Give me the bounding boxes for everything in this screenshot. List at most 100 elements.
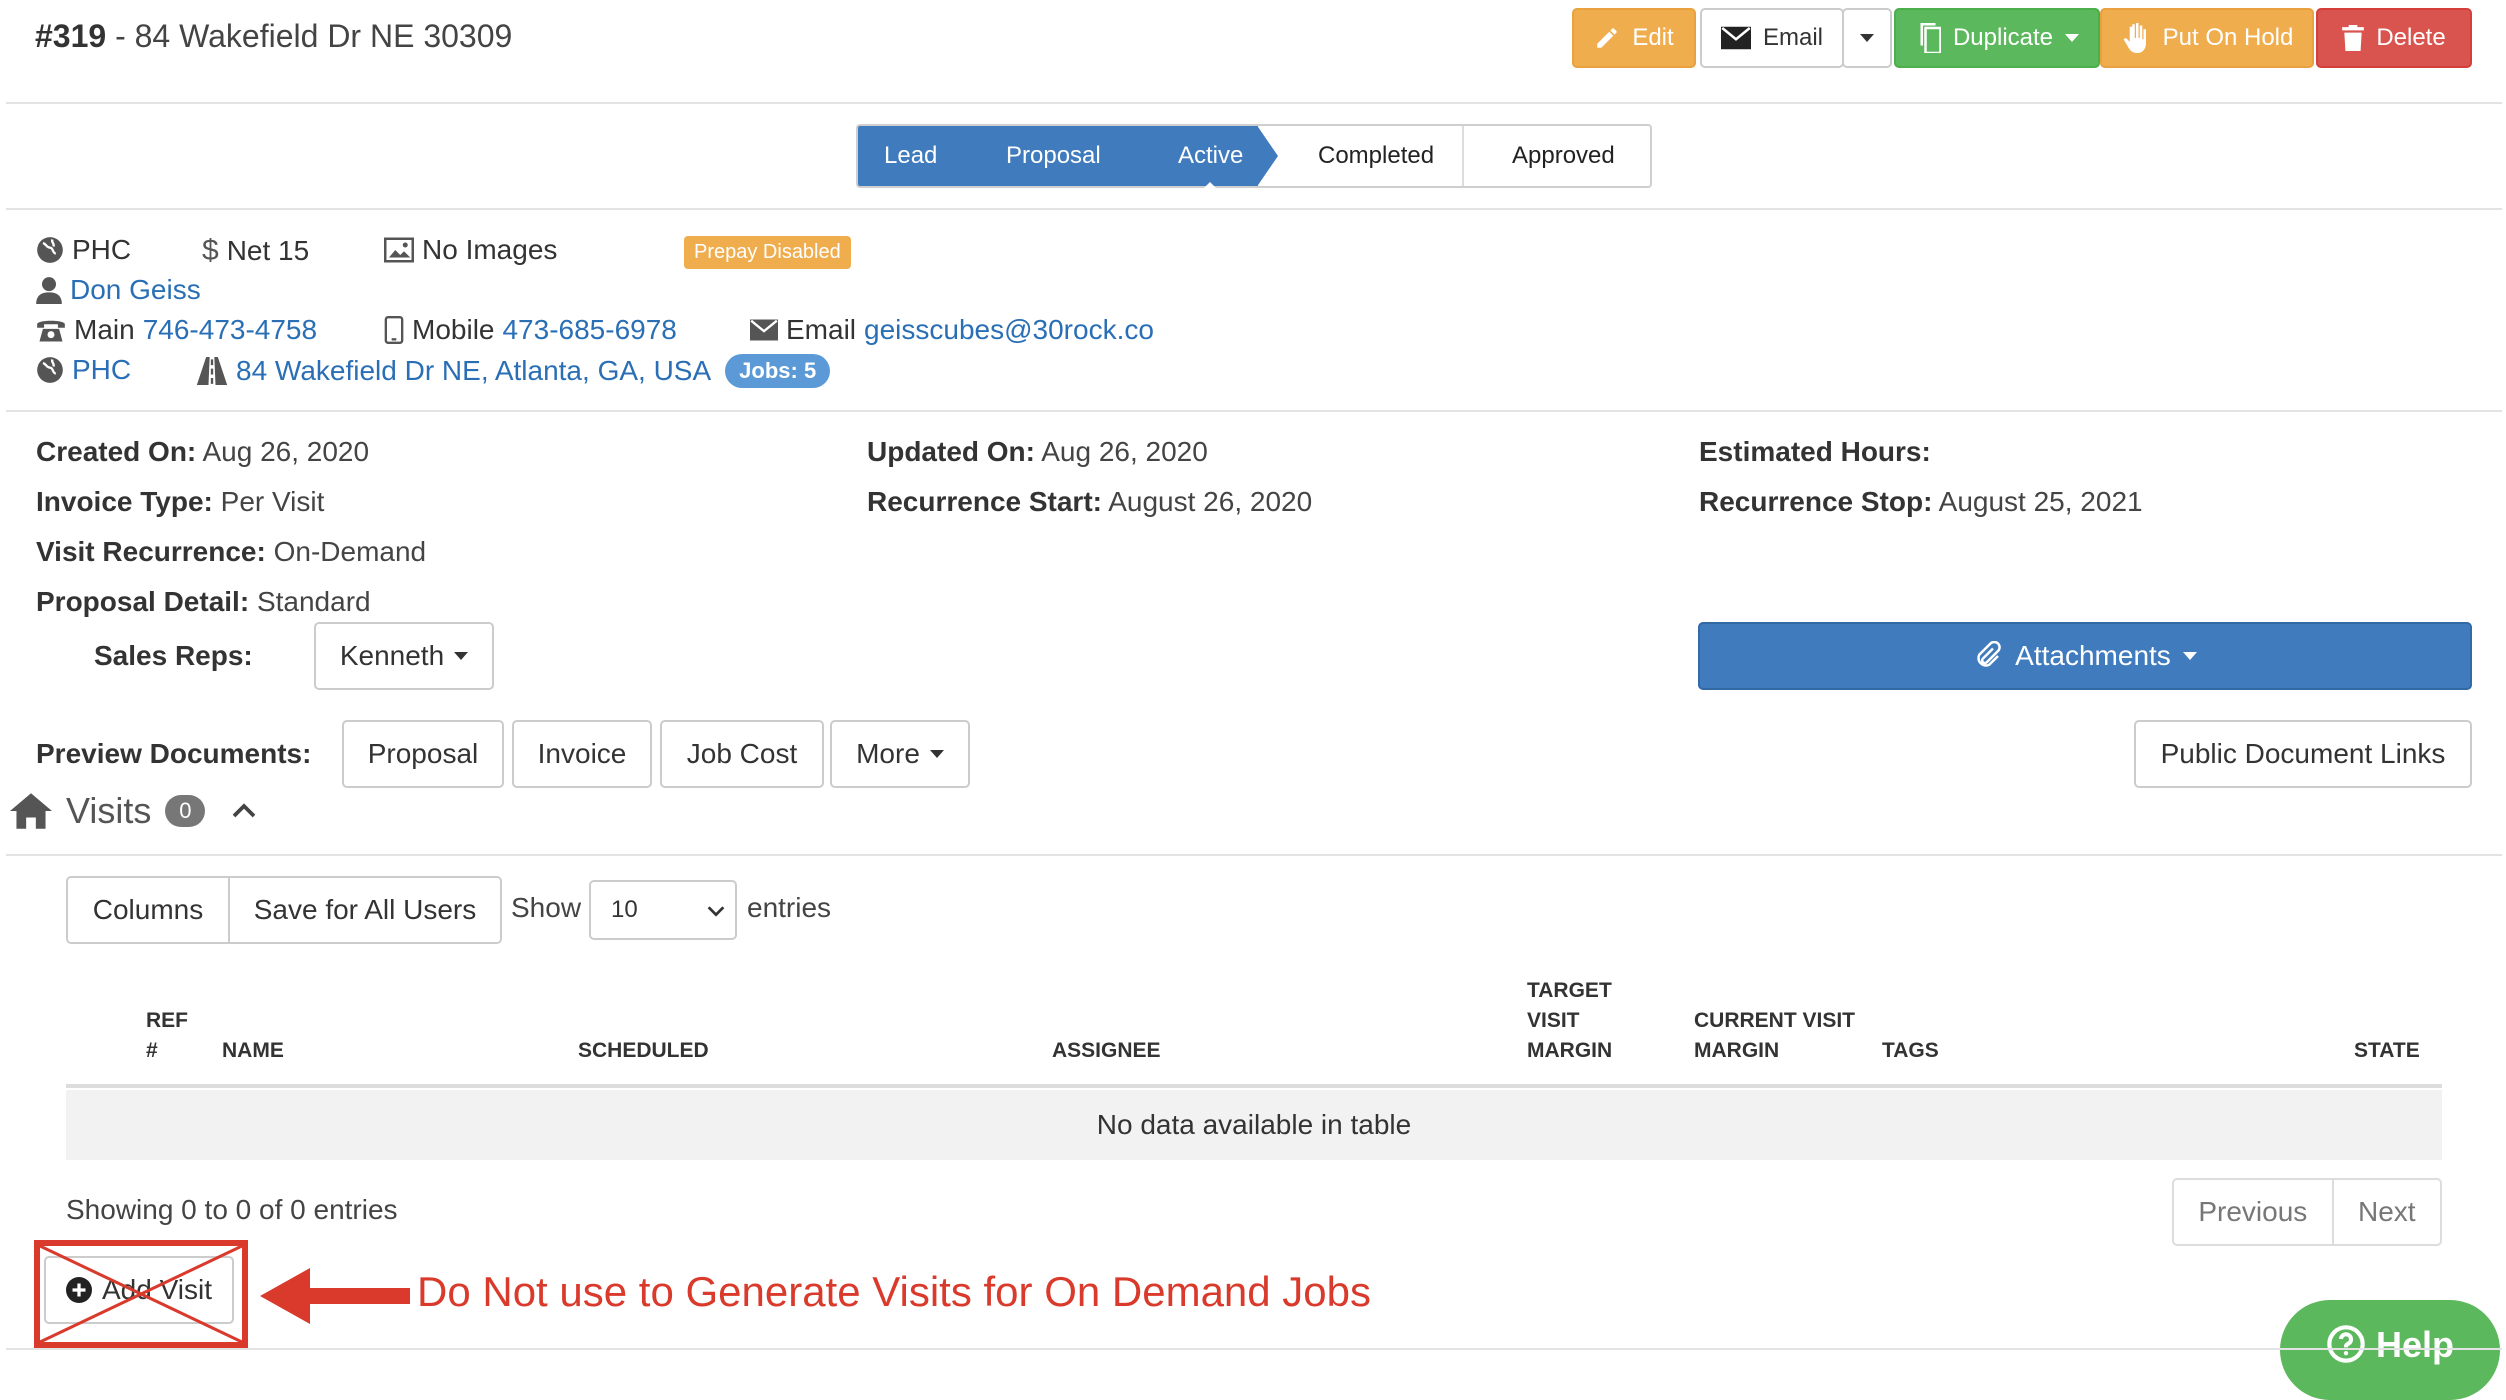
recur-start-label: Recurrence Start:: [867, 486, 1102, 517]
public-document-links-button[interactable]: Public Document Links: [2134, 720, 2472, 788]
email-button[interactable]: Email: [1700, 8, 1844, 68]
caret-down-icon: [454, 652, 469, 660]
images-row: No Images: [384, 234, 557, 266]
visits-count-badge: 0: [165, 795, 206, 827]
chevron-down-icon: [707, 906, 725, 917]
step-active[interactable]: Active: [1178, 126, 1243, 186]
property-link[interactable]: PHC: [72, 354, 131, 386]
th-state[interactable]: STATE: [2354, 1036, 2420, 1066]
user-icon: [36, 277, 62, 304]
divider: [6, 1348, 2502, 1350]
main-phone-link[interactable]: 746-473-4758: [143, 314, 317, 346]
preview-documents-label: Preview Documents:: [36, 738, 311, 770]
next-page-button[interactable]: Next: [2334, 1180, 2440, 1244]
address-row: 84 Wakefield Dr NE, Atlanta, GA, USA Job…: [196, 354, 831, 388]
put-on-hold-button[interactable]: Put On Hold: [2100, 8, 2314, 68]
delete-button[interactable]: Delete: [2316, 8, 2472, 68]
duplicate-button[interactable]: Duplicate: [1894, 8, 2100, 68]
step-approved[interactable]: Approved: [1512, 126, 1615, 186]
th-name[interactable]: NAME: [222, 1036, 284, 1066]
th-current-visit-margin[interactable]: CURRENT VISIT MARGIN: [1694, 1006, 1864, 1066]
recur-start-value: August 26, 2020: [1108, 486, 1313, 517]
jobs-count-badge[interactable]: Jobs: 5: [725, 354, 831, 388]
copy-icon: [1920, 23, 1941, 53]
previous-page-button[interactable]: Previous: [2174, 1180, 2334, 1244]
address-link[interactable]: 84 Wakefield Dr NE, Atlanta, GA, USA: [236, 355, 711, 387]
th-target-visit-margin[interactable]: TARGET VISIT MARGIN: [1527, 976, 1627, 1066]
sales-reps-label-text: Sales Reps:: [94, 640, 253, 671]
preview-invoice-button[interactable]: Invoice: [512, 720, 652, 788]
images-status[interactable]: No Images: [422, 234, 557, 266]
visit-recurrence: Visit Recurrence: On-Demand: [36, 536, 426, 568]
step-lead[interactable]: Lead: [884, 126, 937, 186]
sales-reps-label: Sales Reps:: [94, 640, 253, 672]
question-circle-icon: [2327, 1325, 2365, 1363]
proposal-detail: Proposal Detail: Standard: [36, 586, 371, 618]
th-assignee[interactable]: ASSIGNEE: [1052, 1036, 1161, 1066]
edit-button[interactable]: Edit: [1572, 8, 1696, 68]
save-for-all-users-button[interactable]: Save for All Users: [228, 876, 502, 944]
step-proposal[interactable]: Proposal: [1006, 126, 1101, 186]
preview-label-text: Preview Documents:: [36, 738, 312, 769]
visit-recur-label: Visit Recurrence:: [36, 536, 266, 567]
preview-proposal-button[interactable]: Proposal: [342, 720, 504, 788]
pagination: Previous Next: [2172, 1178, 2442, 1246]
more-label: More: [856, 738, 920, 769]
email-row: Email geisscubes@30rock.co: [750, 314, 1154, 346]
mobile-phone-row: Mobile 473-685-6978: [384, 314, 677, 346]
annotation-text: Do Not use to Generate Visits for On Dem…: [417, 1268, 1372, 1315]
pencil-icon: [1597, 28, 1618, 48]
phone-icon: [37, 320, 65, 342]
columns-button[interactable]: Columns: [66, 876, 230, 944]
put-on-hold-label: Put On Hold: [2162, 24, 2294, 51]
chevron-up-icon[interactable]: [229, 796, 259, 826]
th-ref[interactable]: REF #: [146, 1006, 188, 1066]
help-label: Help: [2375, 1324, 2454, 1365]
visits-title: Visits: [66, 790, 152, 831]
hours-label: Estimated Hours:: [1699, 436, 1931, 467]
updated-label: Updated On:: [867, 436, 1035, 467]
updated-on: Updated On: Aug 26, 2020: [867, 436, 1208, 468]
picture-icon: [384, 237, 414, 263]
proposal-detail-value: Standard: [256, 586, 371, 617]
email-label: Email: [1762, 24, 1823, 51]
annotation-arrow: [260, 1268, 410, 1324]
divider: [6, 102, 2502, 104]
job-number: #319: [35, 18, 107, 54]
th-scheduled[interactable]: SCHEDULED: [578, 1036, 709, 1066]
sales-rep-dropdown[interactable]: Kenneth: [314, 622, 494, 690]
client-row: PHC: [36, 234, 131, 266]
table-info: Showing 0 to 0 of 0 entries: [66, 1194, 398, 1225]
help-button[interactable]: Help: [2280, 1300, 2500, 1400]
mobile-phone-link[interactable]: 473-685-6978: [502, 314, 676, 346]
page-title: #319 - 84 Wakefield Dr NE 30309: [35, 18, 512, 55]
preview-job-cost-button[interactable]: Job Cost: [660, 720, 824, 788]
globe-icon: [37, 237, 63, 263]
page-size-value: 10: [611, 896, 638, 923]
main-label: Main: [74, 314, 135, 345]
created-value: Aug 26, 2020: [202, 436, 370, 467]
email-link[interactable]: geisscubes@30rock.co: [864, 314, 1154, 346]
caret-down-icon: [2065, 34, 2080, 42]
visit-recur-value: On-Demand: [273, 536, 427, 567]
recur-stop-label: Recurrence Stop:: [1699, 486, 1933, 517]
terms-row: $ Net 15: [202, 234, 309, 268]
preview-more-dropdown[interactable]: More: [830, 720, 970, 788]
th-tags[interactable]: TAGS: [1882, 1036, 1939, 1066]
visits-header: Visits 0: [10, 790, 259, 832]
email-label: Email: [786, 314, 857, 345]
sales-rep-value: Kenneth: [339, 640, 445, 671]
created-label: Created On:: [36, 436, 197, 467]
home-icon: [10, 793, 52, 829]
recurrence-start: Recurrence Start: August 26, 2020: [867, 486, 1312, 518]
contact-name-link[interactable]: Don Geiss: [70, 274, 201, 306]
duplicate-label: Duplicate: [1952, 24, 2054, 51]
page-size-select[interactable]: 10: [589, 880, 737, 940]
invoice-type-label: Invoice Type:: [36, 486, 213, 517]
step-completed[interactable]: Completed: [1318, 126, 1434, 186]
delete-label: Delete: [2376, 24, 2446, 51]
attachments-button[interactable]: Attachments: [1698, 622, 2472, 690]
contact-row: Don Geiss: [36, 274, 201, 306]
caret-down-icon: [2182, 652, 2197, 660]
email-dropdown-toggle[interactable]: [1842, 8, 1892, 68]
